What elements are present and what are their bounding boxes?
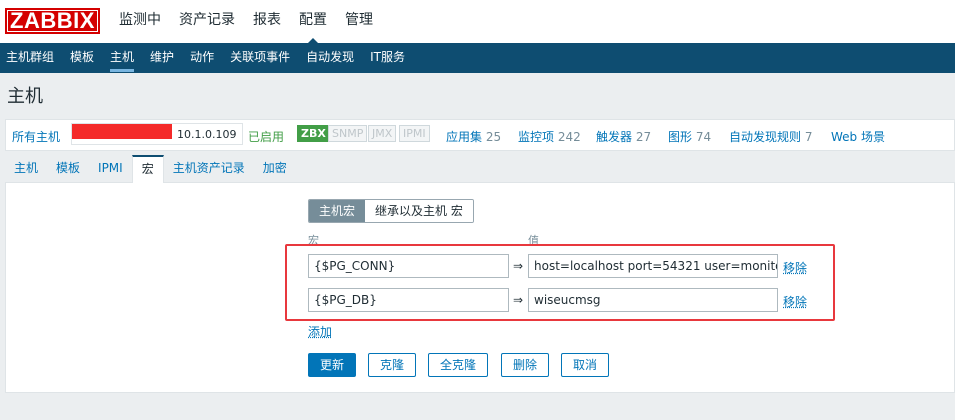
delete-button[interactable]: 删除 [501, 353, 550, 377]
value-column-header: 值 [528, 234, 539, 247]
submenu-correlation[interactable]: 关联项事件 [224, 43, 296, 73]
all-hosts-link[interactable]: 所有主机 [12, 128, 60, 145]
triggers-label: 触发器 [596, 130, 633, 144]
inherited-macros-button[interactable]: 继承以及主机 宏 [365, 200, 473, 222]
triggers-link[interactable]: 触发器 27 [596, 128, 651, 145]
full-clone-button[interactable]: 全克隆 [428, 353, 489, 377]
tab-templates[interactable]: 模板 [47, 155, 89, 182]
add-macro-link[interactable]: 添加 [308, 323, 332, 340]
submenu-templates[interactable]: 模板 [64, 43, 100, 73]
applications-label: 应用集 [446, 130, 483, 144]
menu-inventory[interactable]: 资产记录 [170, 0, 244, 43]
discovery-rules-link[interactable]: 自动发现规则 7 [729, 128, 812, 145]
arrow-icon: ⇒ [513, 259, 524, 273]
cancel-button[interactable]: 取消 [561, 353, 610, 377]
submenu-it-services[interactable]: IT服务 [364, 43, 411, 73]
host-status: 已启用 [248, 130, 285, 144]
discovery-count: 7 [804, 130, 813, 144]
tab-ipmi[interactable]: IPMI [89, 155, 132, 182]
sub-menu: 主机群组 模板 主机 维护 动作 关联项事件 自动发现 IT服务 [0, 43, 955, 73]
redacted-hostname [72, 124, 172, 139]
ipmi-badge: IPMI [399, 125, 430, 142]
submenu-discovery[interactable]: 自动发现 [300, 43, 360, 73]
submenu-maintenance[interactable]: 维护 [144, 43, 180, 73]
menu-configuration[interactable]: 配置 [290, 0, 336, 44]
top-bar: ZABBIX 监测中 资产记录 报表 配置 管理 [0, 0, 955, 44]
host-ip: 10.1.0.109 [177, 128, 237, 141]
macro-value-input[interactable]: host=localhost port=54321 user=monitorin… [528, 254, 778, 278]
menu-reports[interactable]: 报表 [244, 0, 290, 43]
applications-link[interactable]: 应用集 25 [446, 128, 501, 145]
zabbix-logo[interactable]: ZABBIX [5, 8, 100, 34]
arrow-icon: ⇒ [513, 293, 524, 307]
host-macros-button[interactable]: 主机宏 [309, 200, 366, 222]
page-title: 主机 [7, 86, 43, 107]
main-menu: 监测中 资产记录 报表 配置 管理 [110, 0, 382, 44]
tab-host[interactable]: 主机 [5, 155, 47, 182]
graphs-link[interactable]: 图形 74 [668, 128, 711, 145]
zbx-badge: ZBX [297, 125, 330, 142]
update-button[interactable]: 更新 [308, 353, 357, 377]
discovery-label: 自动发现规则 [729, 130, 802, 144]
items-link[interactable]: 监控项 242 [518, 128, 581, 145]
clone-button[interactable]: 克隆 [368, 353, 417, 377]
remove-macro-link[interactable]: 移除 [783, 259, 807, 276]
snmp-badge: SNMP [328, 125, 368, 142]
macro-name-input[interactable]: {$PG_CONN} [308, 254, 509, 278]
items-count: 242 [557, 130, 581, 144]
jmx-badge: JMX [368, 125, 397, 142]
menu-administration[interactable]: 管理 [336, 0, 382, 43]
macro-column-header: 宏 [308, 234, 319, 247]
host-nav: 所有主机 10.1.0.109 已启用 ZBX SNMP JMX IPMI 应用… [5, 119, 955, 151]
items-label: 监控项 [518, 130, 555, 144]
logo-border [7, 10, 98, 32]
triggers-count: 27 [635, 130, 652, 144]
remove-macro-link[interactable]: 移除 [783, 293, 807, 310]
macro-name-input[interactable]: {$PG_DB} [308, 288, 509, 312]
form-tabs: 主机 模板 IPMI 宏 主机资产记录 加密 [5, 155, 296, 183]
menu-monitoring[interactable]: 监测中 [110, 0, 170, 43]
tab-encryption[interactable]: 加密 [254, 155, 296, 182]
submenu-hosts[interactable]: 主机 [104, 43, 140, 73]
applications-count: 25 [485, 130, 502, 144]
macro-mode-toggle: 主机宏 继承以及主机 宏 [308, 199, 474, 223]
web-scenarios-link[interactable]: Web 场景 [831, 128, 885, 145]
graphs-count: 74 [695, 130, 712, 144]
macro-value-input[interactable]: wiseucmsg [528, 288, 778, 312]
submenu-host-groups[interactable]: 主机群组 [0, 43, 60, 73]
submenu-actions[interactable]: 动作 [184, 43, 220, 73]
host-name-box: 10.1.0.109 [71, 123, 243, 145]
tab-macros[interactable]: 宏 [131, 155, 164, 183]
tab-inventory[interactable]: 主机资产记录 [164, 155, 254, 182]
graphs-label: 图形 [668, 130, 693, 144]
